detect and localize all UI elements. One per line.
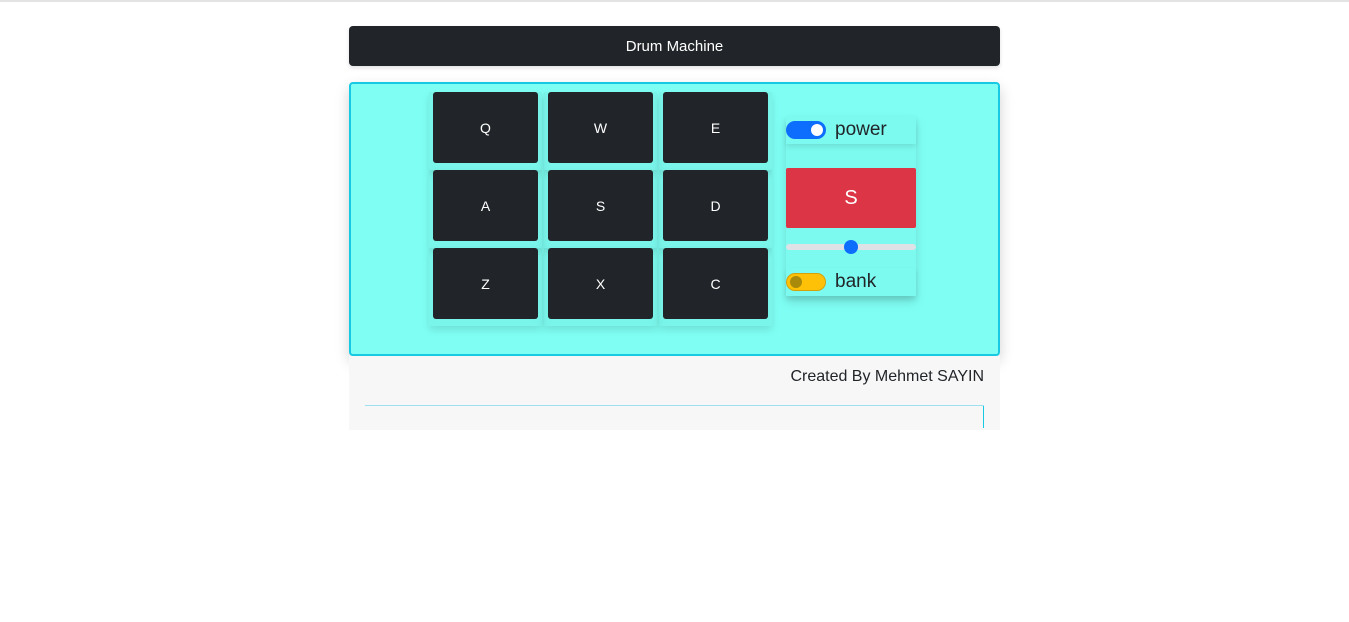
top-divider bbox=[0, 0, 1349, 2]
power-label: power bbox=[835, 119, 887, 140]
page-title: Drum Machine bbox=[349, 26, 1000, 66]
footer-accent-line bbox=[983, 406, 984, 428]
pad-cell-q: Q bbox=[429, 92, 542, 170]
drum-pad-d[interactable]: D bbox=[663, 170, 768, 241]
page-title-text: Drum Machine bbox=[625, 37, 724, 55]
drum-pad-x[interactable]: X bbox=[548, 248, 653, 319]
bank-label: bank bbox=[835, 271, 877, 292]
pad-cell-a: A bbox=[429, 170, 542, 248]
power-toggle[interactable] bbox=[786, 121, 826, 139]
control-panel: power S bank bbox=[786, 116, 916, 296]
pad-cell-c: C bbox=[659, 248, 772, 326]
drum-pad-s[interactable]: S bbox=[548, 170, 653, 241]
drum-pad-z[interactable]: Z bbox=[433, 248, 538, 319]
bank-control: bank bbox=[786, 268, 916, 296]
drum-pad-grid: Q W E A S D Z X C bbox=[429, 92, 772, 326]
drum-pad-a[interactable]: A bbox=[433, 170, 538, 241]
pad-cell-e: E bbox=[659, 92, 772, 170]
drum-pad-w[interactable]: W bbox=[548, 92, 653, 163]
author-credit: Created By Mehmet SAYIN bbox=[790, 368, 984, 385]
bank-toggle-knob bbox=[790, 276, 802, 288]
power-control: power bbox=[786, 116, 916, 144]
sound-display: S bbox=[786, 168, 916, 228]
drum-pad-q[interactable]: Q bbox=[433, 92, 538, 163]
bank-toggle[interactable] bbox=[786, 273, 826, 291]
pad-cell-z: Z bbox=[429, 248, 542, 326]
drum-machine-panel: Q W E A S D Z X C power S bank bbox=[349, 82, 1000, 356]
power-toggle-knob bbox=[811, 124, 823, 136]
drum-pad-e[interactable]: E bbox=[663, 92, 768, 163]
footer-divider bbox=[365, 405, 984, 406]
volume-slider[interactable] bbox=[786, 240, 916, 254]
footer: Created By Mehmet SAYIN bbox=[349, 356, 1000, 430]
volume-slider-thumb[interactable] bbox=[844, 240, 858, 254]
drum-pad-c[interactable]: C bbox=[663, 248, 768, 319]
pad-cell-s: S bbox=[544, 170, 657, 248]
drum-machine-app: Drum Machine Q W E A S D Z X C power S b… bbox=[349, 26, 1000, 430]
pad-cell-d: D bbox=[659, 170, 772, 248]
pad-cell-w: W bbox=[544, 92, 657, 170]
pad-cell-x: X bbox=[544, 248, 657, 326]
